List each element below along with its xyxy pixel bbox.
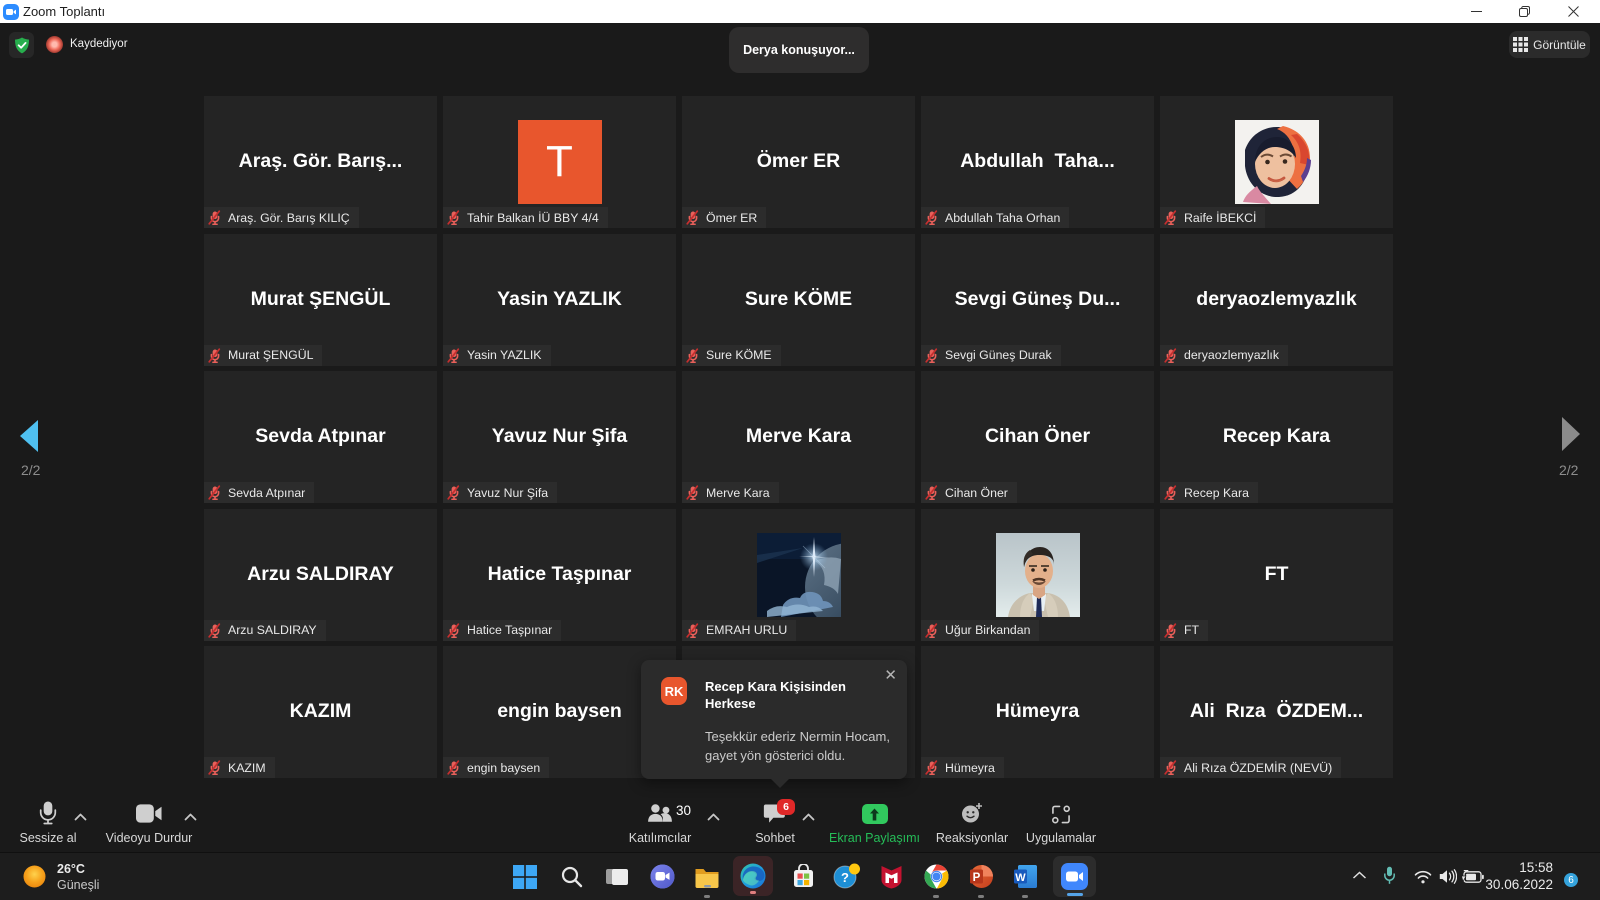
svg-text:W: W	[1015, 872, 1026, 884]
svg-text:?: ?	[841, 870, 849, 885]
svg-text:P: P	[972, 872, 980, 884]
